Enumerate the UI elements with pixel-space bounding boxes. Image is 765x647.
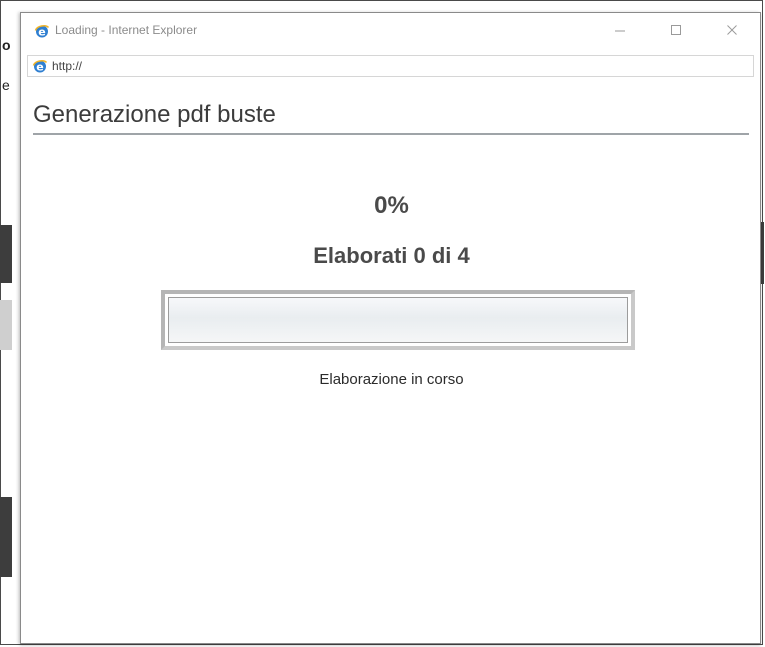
maximize-icon [670,23,682,41]
internet-explorer-icon: e [32,58,48,74]
minimize-icon [614,23,626,41]
close-button[interactable] [710,17,754,47]
page-title: Generazione pdf buste [33,101,276,128]
background-panel [0,225,12,283]
background-panel [0,300,12,350]
window-title: Loading - Internet Explorer [55,23,198,37]
address-bar[interactable]: e http:// [27,55,754,77]
progress-percent: 0% [374,192,409,219]
title-divider [33,133,749,135]
background-panel [0,497,12,577]
loading-popup-window: e Loading - Internet Explorer e http:// … [20,12,761,644]
title-bar[interactable]: e Loading - Internet Explorer [21,13,760,55]
address-url: http:// [52,59,83,73]
close-icon [726,23,738,41]
progress-counter: Elaborati 0 di 4 [313,243,470,268]
page-content: Generazione pdf buste 0% Elaborati 0 di … [21,77,760,643]
screen: o e e Loading - Internet Explorer e http… [0,0,765,647]
status-text: Elaborazione in corso [319,371,464,388]
background-text-fragment: e [2,77,10,93]
maximize-button[interactable] [654,17,698,47]
minimize-button[interactable] [598,17,642,47]
background-text-fragment: o [2,37,11,53]
progress-track [168,297,628,343]
internet-explorer-icon: e [34,23,50,39]
progress-bar [161,290,635,350]
